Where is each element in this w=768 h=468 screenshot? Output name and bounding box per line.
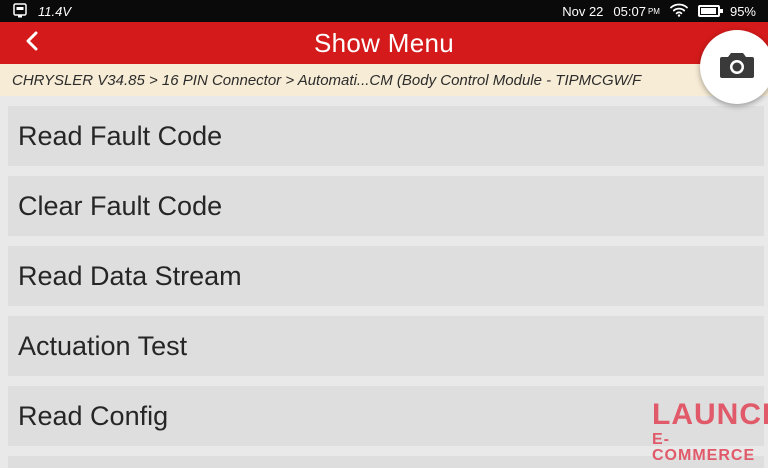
menu-item-clear-fault-code[interactable]: Clear Fault Code <box>8 176 764 236</box>
status-bar: 11.4V Nov 22 05:07 PM 95% <box>0 0 768 22</box>
menu-item-read-data-stream[interactable]: Read Data Stream <box>8 246 764 306</box>
page-title: Show Menu <box>314 27 454 58</box>
menu-item-read-config[interactable]: Read Config <box>8 386 764 446</box>
battery-fill <box>700 8 717 14</box>
camera-icon <box>719 50 755 85</box>
status-ampm: PM <box>647 6 660 16</box>
launch-watermark-logo: LAUNCH E-COMMERCE <box>652 398 768 464</box>
title-bar: Show Menu <box>0 22 768 64</box>
watermark-line2: E-COMMERCE <box>652 431 756 464</box>
obd-connector-icon <box>12 2 28 21</box>
camera-button[interactable] <box>700 30 768 104</box>
voltage-readout: 11.4V <box>38 3 72 19</box>
status-right: Nov 22 05:07 PM 95% <box>562 3 756 20</box>
watermark-line1: LAUNCH <box>652 398 768 431</box>
menu-item-partial[interactable] <box>8 456 764 468</box>
menu-item-read-fault-code[interactable]: Read Fault Code <box>8 106 764 166</box>
wifi-icon <box>670 3 688 20</box>
status-time: 05:07 <box>613 3 646 19</box>
breadcrumb: CHRYSLER V34.85 > 16 PIN Connector > Aut… <box>0 64 768 96</box>
back-button[interactable] <box>12 22 52 64</box>
status-date: Nov 22 <box>562 3 604 19</box>
battery-icon <box>697 5 723 17</box>
chevron-left-icon <box>25 31 39 56</box>
battery-percent: 95% <box>729 3 756 19</box>
menu-list: Read Fault Code Clear Fault Code Read Da… <box>8 106 764 468</box>
status-left: 11.4V <box>12 2 71 21</box>
menu-item-actuation-test[interactable]: Actuation Test <box>8 316 764 376</box>
